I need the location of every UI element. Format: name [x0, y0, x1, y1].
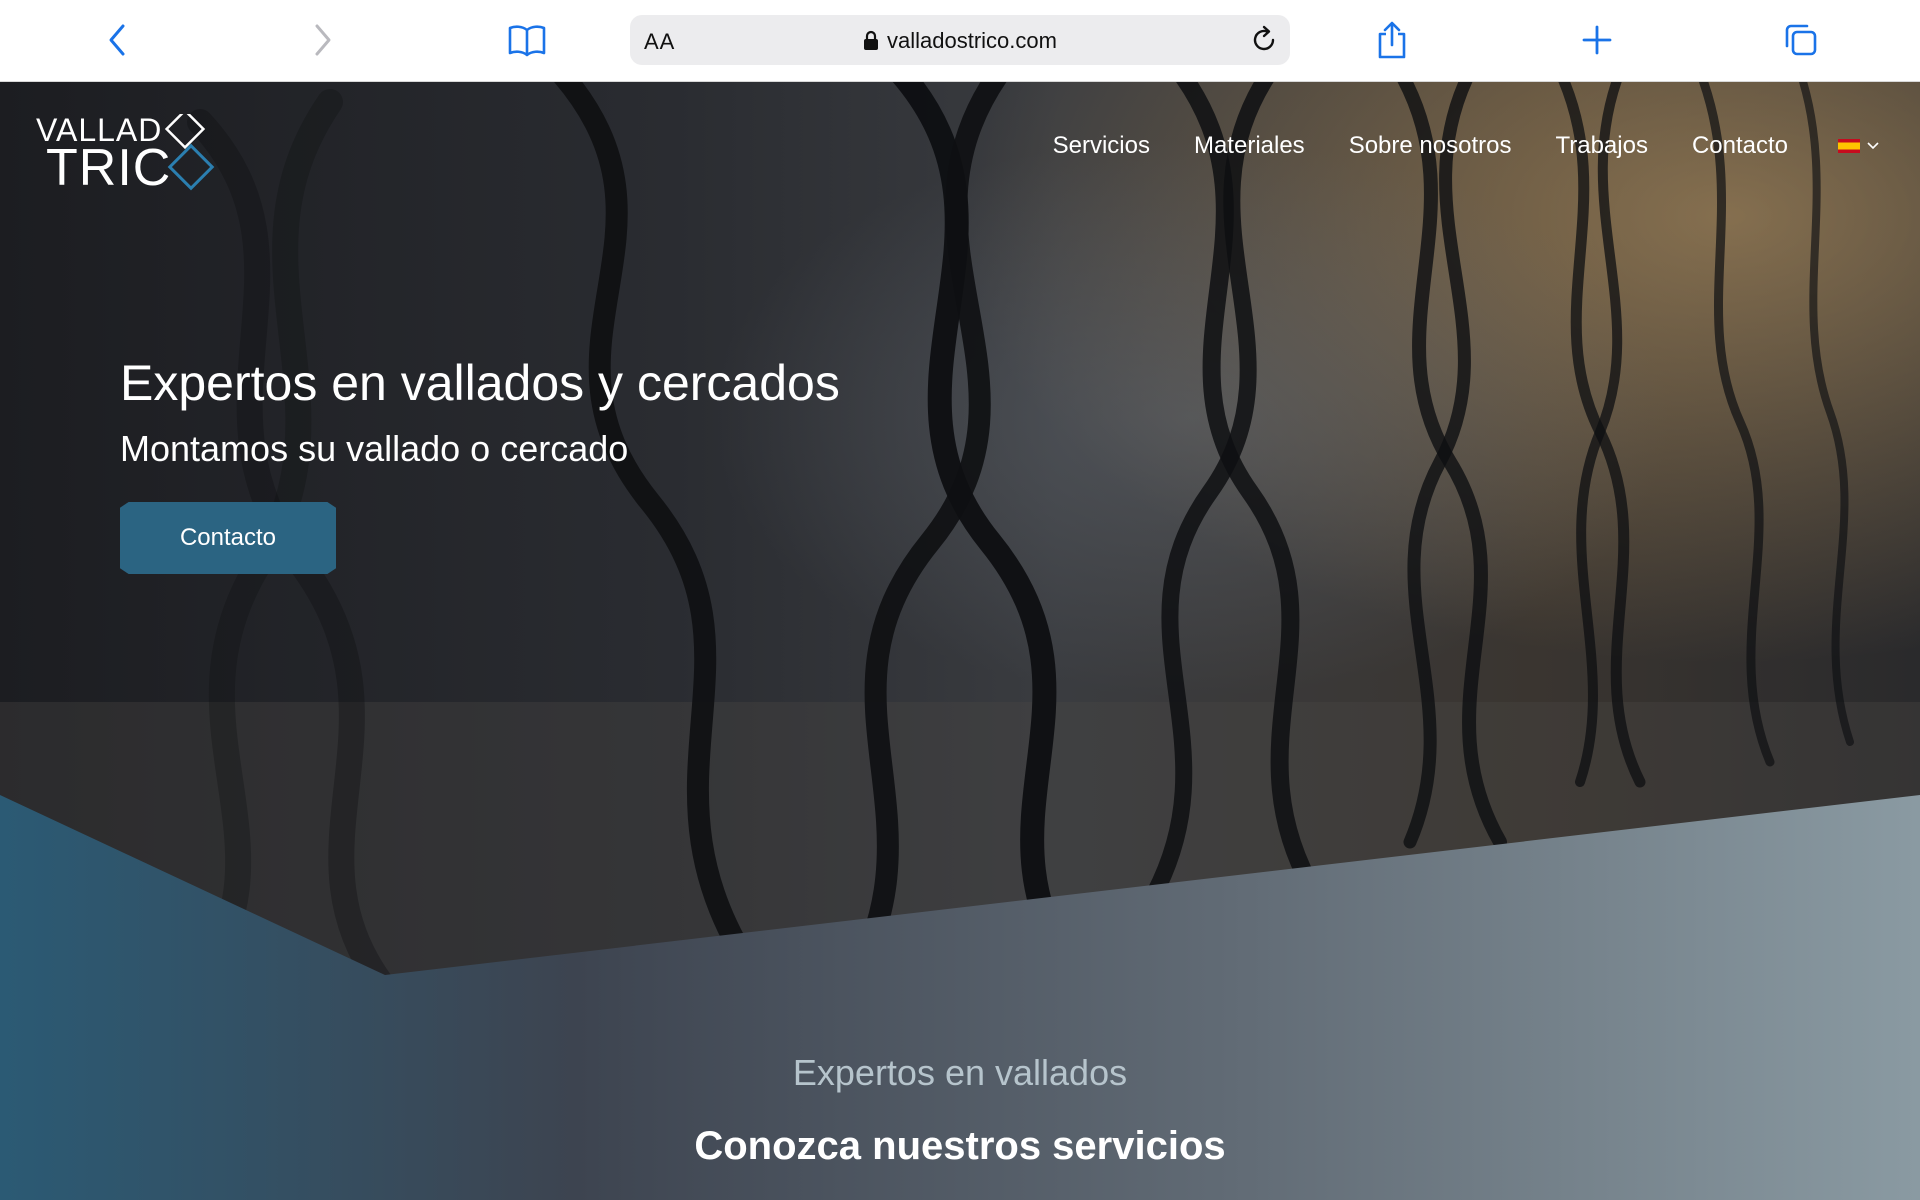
nav-servicios[interactable]: Servicios: [1053, 132, 1150, 160]
webpage: VALLAD TRIC Servicios Materiales Sobre n…: [0, 82, 1920, 1200]
chevron-down-icon: [1867, 142, 1879, 150]
logo-diamond-icon: [164, 114, 215, 191]
hero-subtitle: Montamos su vallado o cercado: [120, 428, 629, 469]
language-selector[interactable]: [1838, 139, 1880, 153]
new-tab-button[interactable]: [1573, 16, 1621, 64]
browser-toolbar: AA valladostrico.com: [0, 0, 1920, 82]
new-tab-icon: [1582, 25, 1612, 55]
es-flag-icon: [1838, 139, 1860, 153]
back-icon: [109, 24, 125, 56]
logo-line-2: TRIC: [46, 139, 172, 197]
hero-contact-button[interactable]: Contacto: [120, 502, 336, 574]
back-button[interactable]: [94, 16, 142, 64]
url-text: valladostrico.com: [887, 28, 1057, 53]
nav-trabajos[interactable]: Trabajos: [1555, 132, 1647, 160]
tabs-icon: [1785, 24, 1817, 56]
nav-materiales[interactable]: Materiales: [1194, 132, 1305, 160]
nav-sobre-nosotros[interactable]: Sobre nosotros: [1349, 132, 1512, 160]
tabs-overview-button[interactable]: [1777, 16, 1825, 64]
forward-button[interactable]: [298, 16, 346, 64]
bookmarks-icon: [508, 25, 546, 57]
hero-title: Expertos en vallados y cercados: [120, 355, 840, 411]
hero-background-image: [0, 82, 1920, 1200]
url-display[interactable]: valladostrico.com: [630, 28, 1290, 54]
section-eyebrow: Expertos en vallados: [792, 1052, 1128, 1093]
share-icon: [1378, 21, 1406, 59]
bookmarks-button[interactable]: [503, 16, 551, 64]
reload-icon[interactable]: [1248, 24, 1280, 56]
main-nav: Servicios Materiales Sobre nosotros Trab…: [1009, 132, 1880, 160]
site-logo[interactable]: VALLAD TRIC: [36, 112, 226, 197]
section-heading: Conozca nuestros servicios: [694, 1124, 1226, 1168]
nav-contacto[interactable]: Contacto: [1692, 132, 1788, 160]
address-bar[interactable]: AA valladostrico.com: [630, 15, 1290, 65]
share-button[interactable]: [1368, 16, 1416, 64]
forward-icon: [315, 24, 331, 56]
lock-icon: [864, 30, 879, 50]
